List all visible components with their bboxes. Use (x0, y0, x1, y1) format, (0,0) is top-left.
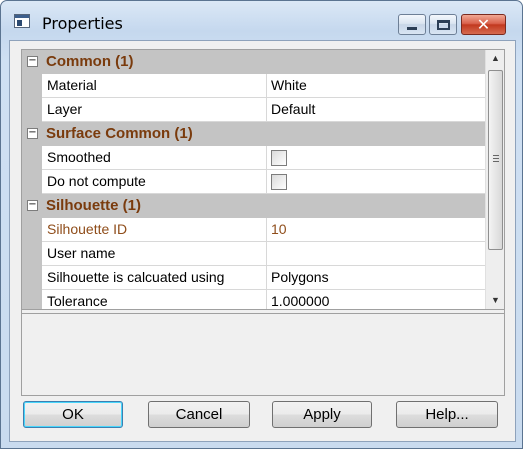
window-title: Properties (42, 14, 123, 33)
cancel-button[interactable]: Cancel (148, 401, 250, 428)
column-divider[interactable] (266, 266, 267, 290)
property-row-do-not-compute[interactable]: Do not compute (22, 170, 485, 194)
maximize-icon (436, 19, 450, 30)
property-row-tolerance[interactable]: Tolerance 1.000000 (22, 290, 485, 309)
column-divider[interactable] (266, 290, 267, 309)
close-button[interactable]: ✕ (461, 14, 506, 35)
column-divider[interactable] (266, 74, 267, 98)
property-grid-rows: − Common (1) Material White Layer Defaul… (22, 50, 485, 309)
column-divider[interactable] (266, 242, 267, 266)
row-gutter (22, 266, 42, 290)
row-gutter (22, 170, 42, 194)
property-name: Silhouette ID (47, 221, 128, 237)
maximize-button[interactable] (429, 14, 457, 35)
property-row-user-name[interactable]: User name (22, 242, 485, 266)
thumb-grip (493, 155, 499, 156)
apply-button[interactable]: Apply (272, 401, 372, 428)
properties-window: Properties ✕ − Common (1) Material White (0, 0, 523, 449)
property-name: Tolerance (47, 293, 108, 309)
property-value-silhouette-method[interactable]: Polygons (271, 269, 481, 289)
row-gutter (22, 218, 42, 242)
row-gutter (22, 242, 42, 266)
minimize-icon (407, 27, 417, 30)
property-row-layer[interactable]: Layer Default (22, 98, 485, 122)
help-button[interactable]: Help... (396, 401, 498, 428)
thumb-grip (493, 158, 499, 159)
property-row-silhouette-method[interactable]: Silhouette is calcuated using Polygons (22, 266, 485, 290)
column-divider[interactable] (266, 98, 267, 122)
do-not-compute-checkbox[interactable] (271, 174, 287, 190)
row-gutter (22, 74, 42, 98)
scrollbar-thumb[interactable] (488, 70, 503, 250)
description-pane (22, 314, 504, 395)
property-value-material[interactable]: White (271, 77, 481, 97)
property-name: Layer (47, 101, 83, 117)
row-gutter (22, 290, 42, 309)
title-bar[interactable]: Properties ✕ (1, 1, 522, 41)
category-silhouette[interactable]: − Silhouette (1) (22, 194, 485, 218)
category-surface-common[interactable]: − Surface Common (1) (22, 122, 485, 146)
smoothed-checkbox[interactable] (271, 150, 287, 166)
category-label: Silhouette (1) (46, 197, 142, 214)
column-divider[interactable] (266, 170, 267, 194)
properties-window-icon[interactable] (14, 14, 30, 28)
property-grid: − Common (1) Material White Layer Defaul… (21, 49, 505, 396)
column-divider[interactable] (266, 146, 267, 170)
property-value-silhouette-id: 10 (271, 221, 287, 237)
collapse-toggle-icon[interactable]: − (27, 56, 38, 67)
thumb-grip (493, 161, 499, 162)
collapse-toggle-icon[interactable]: − (27, 200, 38, 211)
property-name: Smoothed (47, 149, 111, 165)
property-name: Silhouette is calcuated using (47, 269, 225, 285)
property-row-silhouette-id[interactable]: Silhouette ID 10 (22, 218, 485, 242)
collapse-toggle-icon[interactable]: − (27, 128, 38, 139)
property-value-user-name[interactable] (271, 245, 481, 265)
property-value-layer[interactable]: Default (271, 101, 481, 121)
close-icon: ✕ (476, 14, 491, 34)
dialog-client-area: − Common (1) Material White Layer Defaul… (9, 40, 516, 442)
vertical-scrollbar[interactable]: ▲ ▼ (485, 50, 504, 309)
column-divider[interactable] (266, 218, 267, 242)
ok-button[interactable]: OK (23, 401, 123, 428)
category-label: Common (1) (46, 53, 134, 70)
property-name: Do not compute (47, 173, 146, 189)
property-row-smoothed[interactable]: Smoothed (22, 146, 485, 170)
scroll-down-arrow-icon[interactable]: ▼ (486, 292, 505, 309)
category-label: Surface Common (1) (46, 125, 193, 142)
scroll-up-arrow-icon[interactable]: ▲ (486, 50, 505, 67)
minimize-button[interactable] (398, 14, 426, 35)
category-common[interactable]: − Common (1) (22, 50, 485, 74)
property-row-material[interactable]: Material White (22, 74, 485, 98)
row-gutter (22, 146, 42, 170)
property-name: Material (47, 77, 97, 93)
property-value-tolerance[interactable]: 1.000000 (271, 293, 481, 309)
property-name: User name (47, 245, 116, 261)
row-gutter (22, 98, 42, 122)
